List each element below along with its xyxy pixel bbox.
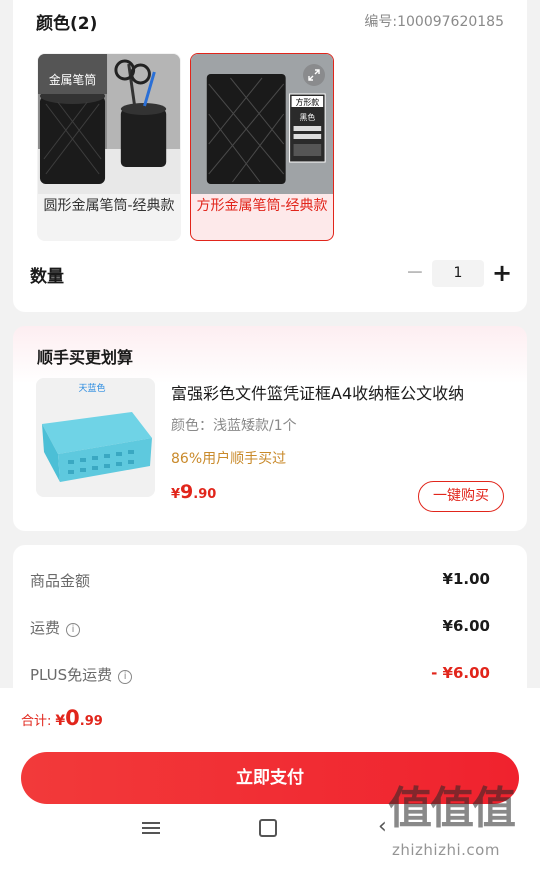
summary-row-plus-free-shipping: PLUS免运费 i - ¥6.00	[30, 664, 490, 688]
addon-product-name[interactable]: 富强彩色文件篮凭证框A4收纳框公文收纳	[171, 380, 501, 404]
menu-nav-icon[interactable]	[142, 819, 160, 837]
svg-text:方形款: 方形款	[296, 97, 320, 107]
quantity-label: 数量	[30, 267, 64, 287]
summary-label: 运费	[30, 619, 61, 637]
total-currency: ¥	[55, 713, 66, 729]
total-label: 合计:	[21, 714, 52, 729]
total-integer: 0	[65, 706, 80, 730]
price-decimal: .90	[193, 487, 217, 502]
summary-row-shipping: 运费 i ¥6.00	[30, 617, 490, 641]
pay-now-button[interactable]: 立即支付	[21, 752, 519, 804]
color-title: 颜色(2)	[36, 14, 98, 34]
total-decimal: .99	[79, 714, 103, 729]
addon-repurchase-rate: 86%用户顺手买过	[171, 451, 287, 467]
quantity-minus-button[interactable]: −	[405, 259, 425, 287]
variant-label: 圆形金属笔筒-经典款	[43, 198, 175, 214]
variant-square-holder[interactable]: 方形款 黑色 方形金属笔筒-经典款	[190, 53, 334, 241]
home-nav-icon[interactable]	[259, 819, 277, 837]
variant-round-holder[interactable]: 金属笔筒 圆形金属笔筒-经典款	[37, 53, 181, 241]
summary-value: ¥6.00	[442, 617, 490, 635]
one-click-buy-button[interactable]: 一键购买	[418, 481, 504, 512]
svg-text:黑色: 黑色	[299, 112, 315, 122]
quantity-input[interactable]: 1	[432, 260, 484, 287]
svg-text:天蓝色: 天蓝色	[78, 382, 105, 394]
addon-product-image[interactable]: 天蓝色	[36, 378, 155, 497]
round-holder-image: 金属笔筒	[38, 54, 180, 194]
sku-number: 编号:100097620185	[364, 14, 504, 30]
price-currency: ¥	[171, 487, 181, 502]
back-nav-icon[interactable]: ‹	[378, 816, 387, 838]
summary-label: 商品金额	[30, 572, 91, 590]
addon-card: 顺手买更划算 天蓝色 富强彩色文件篮凭证框A4收纳框公文收纳 颜色：浅蓝矮款/1…	[13, 326, 527, 531]
addon-title: 顺手买更划算	[37, 348, 134, 367]
checkout-bar: 合计: ¥0.99 立即支付 ‹	[0, 688, 540, 872]
order-total: 合计: ¥0.99	[21, 706, 103, 730]
price-summary-card: 商品金额 ¥1.00 运费 i ¥6.00 PLUS免运费 i - ¥6.00	[13, 545, 527, 695]
variant-label: 方形金属笔筒-经典款	[196, 198, 328, 214]
addon-price: ¥9.90	[171, 481, 216, 503]
price-integer: 9	[180, 481, 194, 503]
svg-text:金属笔筒: 金属笔筒	[49, 73, 96, 87]
summary-label: PLUS免运费	[30, 666, 113, 684]
expand-icon[interactable]	[303, 64, 325, 86]
info-icon[interactable]: i	[118, 670, 133, 684]
info-icon[interactable]: i	[66, 623, 81, 637]
summary-value: ¥1.00	[442, 570, 490, 588]
summary-value: - ¥6.00	[431, 664, 490, 682]
product-options-card: 颜色(2) 编号:100097620185 金属笔筒 圆形金属笔筒-经典款 方形…	[13, 0, 527, 312]
summary-row-goods: 商品金额 ¥1.00	[30, 570, 490, 594]
addon-variant: 颜色：浅蓝矮款/1个	[171, 418, 297, 434]
quantity-plus-button[interactable]: +	[491, 259, 513, 287]
